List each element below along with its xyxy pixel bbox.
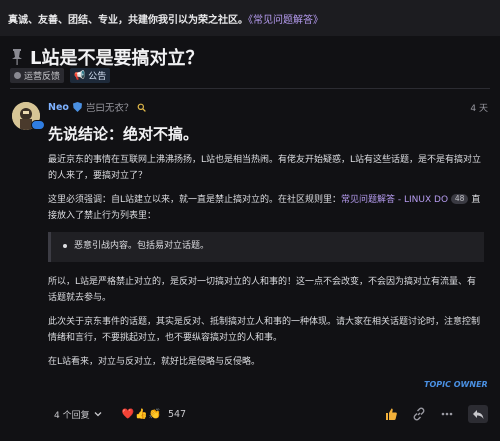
post-footer: 4 个回复 ❤️ 👍 👏 547 [48, 402, 488, 426]
post-header: Neo 岂曰无衣？ 4 天 [48, 100, 488, 115]
paragraph-2: 这里必须强调：自L站建立以来，就一直是禁止搞对立的。在社区规则里：常见问题解答 … [48, 192, 484, 224]
topic-owner-label: TOPIC OWNER [424, 380, 488, 389]
replies-button[interactable]: 4 个回复 [48, 404, 108, 425]
reaction-count: 547 [167, 408, 187, 420]
username[interactable]: Neo [48, 102, 69, 113]
paragraph-1: 最近京东的事情在互联网上沸沸扬扬，L站也是相当热闹。有佬友开始疑惑，L站有这些话… [48, 155, 482, 181]
faq-page-link[interactable]: 常见问题解答 - LINUX DO [341, 195, 448, 205]
tag-announcement[interactable]: 📢 公告 [70, 68, 111, 83]
heart-reaction-icon: ❤️ [121, 408, 135, 420]
bullet-icon [63, 244, 67, 248]
magnifier-icon [138, 103, 147, 112]
reply-icon [473, 410, 484, 419]
clap-reaction-icon: 👏 [148, 408, 161, 420]
tag-label: 运营反馈 [24, 72, 61, 82]
link-icon[interactable] [412, 407, 426, 421]
topic-title: L站是不是要搞对立？ [10, 44, 203, 70]
user-flair-badge [31, 120, 45, 130]
post-heading: 先说结论：绝对不搞。 [48, 125, 199, 143]
replies-label: 4 个回复 [54, 410, 90, 421]
thumbs-up-icon[interactable] [384, 407, 398, 421]
paragraph-5: 在L站看来，对立与反对立，就好比是侵略与反侵略。 [48, 357, 261, 367]
ellipsis-icon[interactable] [440, 407, 454, 421]
reactions-summary[interactable]: ❤️ 👍 👏 547 [122, 409, 187, 420]
topic-tags: 运营反馈 📢 公告 [10, 68, 111, 83]
megaphone-icon: 📢 [74, 70, 86, 81]
reply-button[interactable] [468, 405, 488, 423]
paragraph-3: 所以，L站是严格禁止对立的，是反对一切搞对立的人和事的！这一点不会改变，不会因为… [48, 277, 477, 303]
shield-icon [72, 102, 82, 112]
thumbs-up-reaction-icon: 👍 [135, 408, 148, 420]
tag-label: 公告 [88, 72, 107, 82]
list-item: 恶意引战内容。包括易对立话题。 [63, 238, 474, 254]
click-count-badge: 48 [450, 194, 469, 204]
post-actions [384, 405, 488, 423]
site-banner: 真诚、友善、团结、专业，共建你我引以为荣之社区。《常见问题解答》 [0, 0, 500, 36]
post-time[interactable]: 4 天 [470, 101, 488, 114]
chevron-down-icon [94, 412, 102, 417]
blockquote: 恶意引战内容。包括易对立话题。 [48, 232, 484, 262]
faq-link[interactable]: 《常见问题解答》 [248, 15, 323, 26]
banner-text: 真诚、友善、团结、专业，共建你我引以为荣之社区。 [8, 15, 248, 26]
divider [10, 88, 490, 89]
topic-title-text: L站是不是要搞对立？ [30, 48, 204, 69]
tag-ops-feedback[interactable]: 运营反馈 [10, 68, 65, 83]
paragraph-2-text: 这里必须强调：自L站建立以来，就一直是禁止搞对立的。在社区规则里： [48, 195, 342, 205]
circle-dot-icon [14, 72, 21, 79]
pin-icon [12, 49, 22, 65]
user-title: 岂曰无衣？ [85, 103, 134, 114]
quote-text: 恶意引战内容。包括易对立话题。 [74, 241, 210, 251]
paragraph-4: 此次关于京东事件的话题，其实是反对、抵制搞对立人和事的一种体现。请大家在相关话题… [48, 317, 481, 343]
post-body: 先说结论：绝对不搞。 最近京东的事情在互联网上沸沸扬扬，L站也是相当热闹。有佬友… [48, 124, 484, 378]
